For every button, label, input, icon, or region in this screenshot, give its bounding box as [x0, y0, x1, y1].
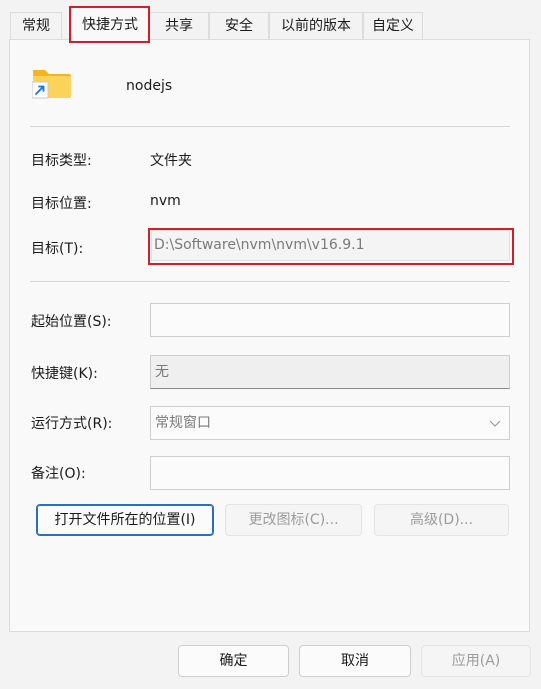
target-location-label: 目标位置:: [31, 196, 92, 212]
tab-highlight-box: [69, 6, 150, 43]
divider-middle: [30, 281, 510, 282]
cancel-button[interactable]: 取消: [299, 645, 411, 677]
target-location-value: nvm: [150, 193, 181, 209]
apply-button[interactable]: 应用(A): [421, 645, 531, 677]
target-highlight-box: [148, 228, 514, 265]
shortcut-key-field[interactable]: 无: [150, 355, 510, 389]
target-type-value: 文件夹: [150, 153, 192, 169]
ok-button[interactable]: 确定: [178, 645, 289, 677]
folder-shortcut-icon: [31, 64, 72, 100]
start-in-label: 起始位置(S):: [31, 314, 112, 330]
shortcut-name: nodejs: [126, 78, 173, 94]
advanced-button[interactable]: 高级(D)...: [374, 504, 509, 536]
change-icon-button[interactable]: 更改图标(C)...: [225, 504, 362, 536]
tab-customize[interactable]: 自定义: [363, 12, 423, 39]
target-type-label: 目标类型:: [31, 153, 92, 169]
comment-label: 备注(O):: [31, 466, 86, 482]
tab-previous-versions[interactable]: 以前的版本: [269, 12, 363, 39]
chevron-down-icon: [489, 420, 501, 427]
divider-top: [30, 126, 510, 127]
tab-sharing[interactable]: 共享: [149, 12, 209, 39]
run-select-value: 常规窗口: [155, 415, 211, 431]
tab-security[interactable]: 安全: [209, 12, 269, 39]
open-location-button[interactable]: 打开文件所在的位置(I): [36, 504, 214, 536]
shortcut-key-label: 快捷键(K):: [31, 366, 98, 382]
target-label: 目标(T):: [31, 241, 84, 257]
run-label: 运行方式(R):: [31, 416, 113, 432]
run-select[interactable]: 常规窗口: [150, 406, 510, 440]
tab-general[interactable]: 常规: [10, 12, 62, 39]
comment-field[interactable]: [150, 456, 510, 490]
start-in-field[interactable]: [150, 303, 510, 337]
